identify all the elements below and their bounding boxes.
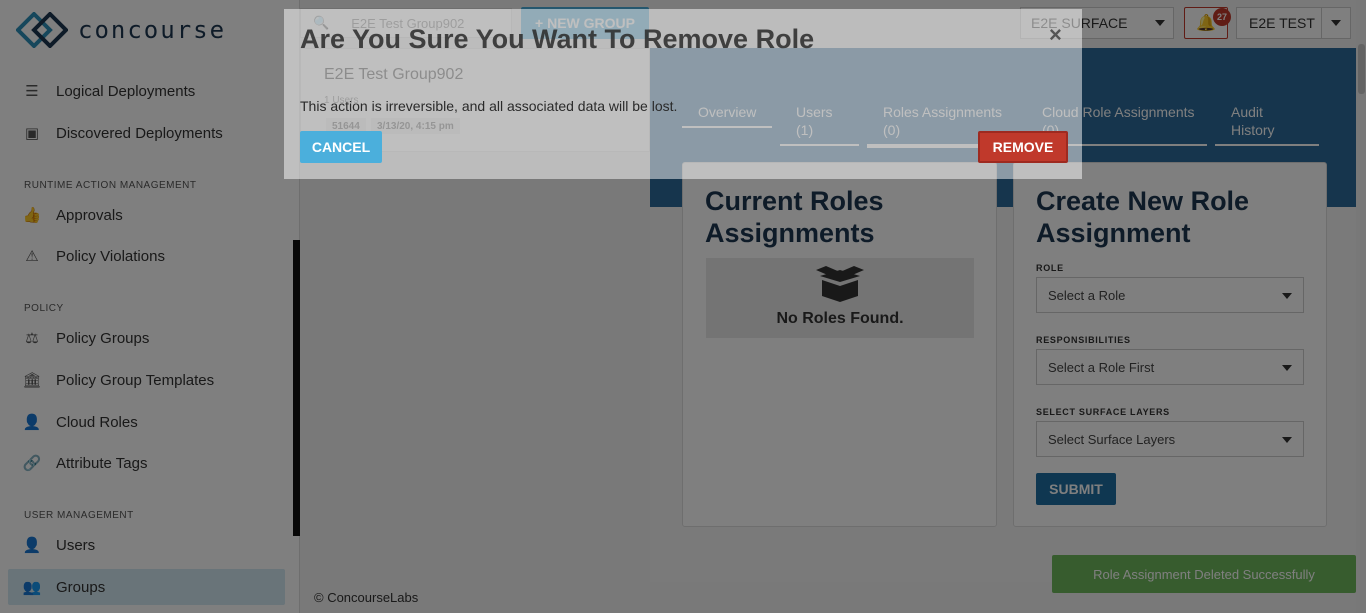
modal-title: Are You Sure You Want To Remove Role <box>300 24 815 54</box>
cancel-button[interactable]: CANCEL <box>300 131 382 163</box>
close-icon[interactable]: × <box>1049 22 1062 48</box>
modal-body-text: This action is irreversible, and all ass… <box>300 98 678 114</box>
remove-button[interactable]: REMOVE <box>978 131 1068 163</box>
